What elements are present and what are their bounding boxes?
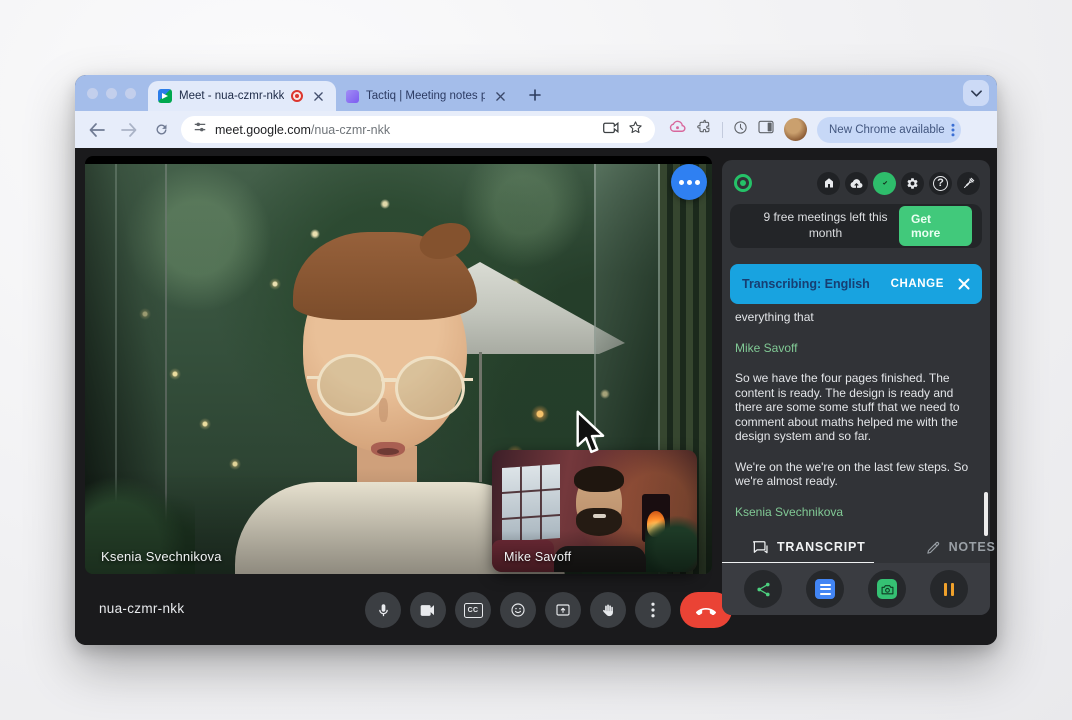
recording-indicator-icon: [291, 90, 303, 102]
maximize-window-button[interactable]: [125, 88, 136, 99]
minimize-window-button[interactable]: [106, 88, 117, 99]
pip-participant-name: Mike Savoff: [504, 550, 571, 564]
share-button[interactable]: [744, 570, 782, 608]
cc-icon: CC: [464, 603, 483, 618]
raise-hand-button[interactable]: [590, 592, 626, 628]
quota-card: 9 free meetings left this month Get more: [730, 204, 982, 248]
browser-toolbar: meet.google.com /nua-czmr-nkk: [75, 111, 997, 148]
window-traffic-lights: [75, 75, 148, 111]
cloud-upload-icon[interactable]: [845, 172, 868, 195]
tab-search-chevron-icon[interactable]: [963, 80, 989, 106]
chat-dot: [695, 180, 700, 185]
transcript-speaker: Ksenia Svechnikova: [735, 505, 970, 520]
reactions-button[interactable]: [500, 592, 536, 628]
quota-text: 9 free meetings left this month: [752, 210, 899, 241]
close-window-button[interactable]: [87, 88, 98, 99]
site-settings-icon[interactable]: [193, 120, 207, 139]
camera-in-use-icon[interactable]: [603, 121, 620, 139]
bookmark-star-icon[interactable]: [628, 120, 643, 140]
profile-avatar[interactable]: [784, 118, 807, 141]
transcript-chat-icon: [752, 540, 769, 555]
meet-favicon-icon: [158, 89, 172, 103]
transcribing-status: Transcribing: English: [742, 277, 870, 291]
side-panel-icon[interactable]: [758, 120, 774, 139]
tab-notes-label: NOTES: [949, 540, 996, 554]
docs-icon: [815, 579, 835, 599]
tactiq-extension-icon[interactable]: [669, 120, 686, 139]
more-options-button[interactable]: [635, 592, 671, 628]
extensions-puzzle-icon[interactable]: [696, 119, 712, 140]
transcript-text: So we have the four pages finished. The …: [735, 371, 970, 444]
pause-icon: [944, 583, 955, 596]
help-icon[interactable]: ?: [929, 172, 952, 195]
google-docs-button[interactable]: [806, 570, 844, 608]
pause-transcription-button[interactable]: [930, 570, 968, 608]
transcript-scrollbar[interactable]: [984, 492, 988, 536]
browser-window: Meet - nua-czmr-nkk Tactiq | Meeting not…: [75, 75, 997, 645]
new-chrome-label: New Chrome available: [829, 124, 945, 136]
call-controls: CC: [365, 592, 732, 628]
close-tab-icon[interactable]: [310, 88, 326, 104]
sidebar-tabs: TRANSCRIPT NOTES: [722, 532, 990, 562]
camera-button[interactable]: [410, 592, 446, 628]
camera-capture-icon: [877, 579, 897, 599]
back-icon[interactable]: [85, 118, 109, 142]
screenshot-button[interactable]: [868, 570, 906, 608]
home-icon[interactable]: [817, 172, 840, 195]
tactiq-action-bar: [722, 563, 990, 615]
meet-page: Ksenia Svechnikova Mike Savoff nu: [75, 148, 997, 645]
close-banner-icon[interactable]: [958, 278, 970, 290]
forward-icon[interactable]: [117, 118, 141, 142]
tab-meet[interactable]: Meet - nua-czmr-nkk: [148, 81, 336, 111]
tactiq-logo-icon: [734, 174, 752, 192]
close-tab-icon[interactable]: [492, 88, 508, 104]
microphone-button[interactable]: [365, 592, 401, 628]
settings-gear-icon[interactable]: [901, 172, 924, 195]
transcript-speaker: Mike Savoff: [735, 341, 970, 356]
tab-strip: Meet - nua-czmr-nkk Tactiq | Meeting not…: [75, 75, 997, 111]
tab-transcript-label: TRANSCRIPT: [777, 540, 866, 554]
help-glyph: ?: [933, 176, 948, 191]
url-host: meet.google.com: [215, 123, 311, 137]
shield-check-icon: [873, 172, 896, 195]
transcript-list[interactable]: everything that Mike Savoff So we have t…: [735, 310, 970, 528]
tactiq-favicon-icon: [346, 90, 359, 103]
meet-control-bar: nua-czmr-nkk CC: [75, 575, 722, 645]
address-bar[interactable]: meet.google.com /nua-czmr-nkk: [181, 116, 655, 143]
url-path: /nua-czmr-nkk: [311, 123, 390, 137]
extensions-row: New Chrome available: [669, 117, 961, 143]
transcribing-banner: Transcribing: English CHANGE: [730, 264, 982, 304]
reload-icon[interactable]: [149, 118, 173, 142]
new-tab-button[interactable]: [522, 82, 548, 108]
pip-video-tile[interactable]: Mike Savoff: [492, 450, 697, 572]
tab-meet-title: Meet - nua-czmr-nkk: [179, 90, 284, 102]
transcript-text: We're on the we're on the last few steps…: [735, 460, 970, 489]
chat-dot: [687, 180, 692, 185]
main-participant-name: Ksenia Svechnikova: [101, 549, 222, 564]
change-language-button[interactable]: CHANGE: [891, 278, 944, 290]
transcript-text: everything that: [735, 310, 970, 325]
tactiq-sidebar: ? 9 free meetings left this month Get mo…: [722, 160, 990, 615]
captions-button[interactable]: CC: [455, 592, 491, 628]
extension-circle-icon[interactable]: [733, 120, 748, 140]
present-screen-button[interactable]: [545, 592, 581, 628]
tab-tactiq[interactable]: Tactiq | Meeting notes powe: [336, 81, 518, 111]
tactiq-header: ?: [734, 170, 980, 196]
chat-bubble-button[interactable]: [671, 164, 707, 200]
get-more-button[interactable]: Get more: [899, 206, 972, 246]
chat-dot: [679, 180, 684, 185]
browser-menu-kebab-icon[interactable]: [951, 123, 955, 137]
popout-pin-icon[interactable]: [957, 172, 980, 195]
tab-transcript[interactable]: TRANSCRIPT: [752, 540, 866, 555]
mouse-cursor: [575, 410, 607, 461]
tab-tactiq-title: Tactiq | Meeting notes powe: [366, 90, 485, 102]
new-chrome-available-button[interactable]: New Chrome available: [817, 117, 961, 143]
notes-pencil-icon: [926, 540, 941, 555]
toolbar-divider: [722, 122, 723, 138]
meeting-code: nua-czmr-nkk: [99, 601, 184, 616]
tab-notes[interactable]: NOTES: [926, 540, 996, 555]
